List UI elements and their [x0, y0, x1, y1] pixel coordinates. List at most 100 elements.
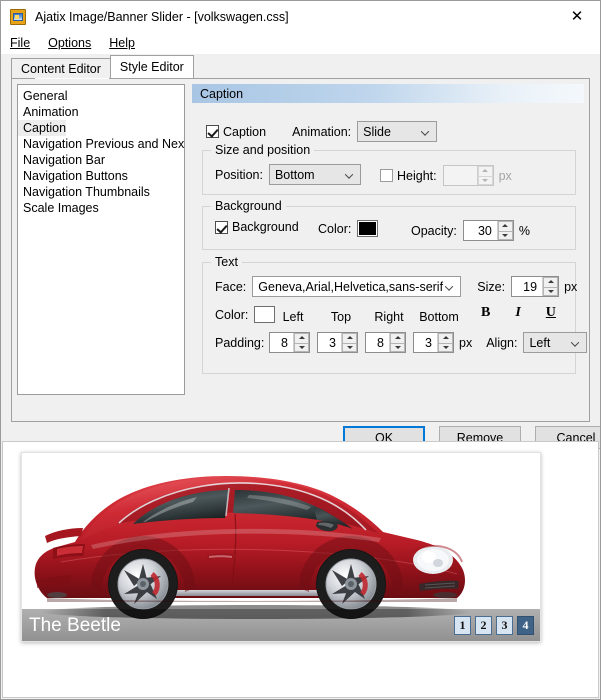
slider-stage: The Beetle 1 2 3 4 [21, 452, 541, 642]
list-item-navigation-previous-and-next[interactable]: Navigation Previous and Next [18, 136, 184, 152]
bold-button[interactable]: B [481, 305, 490, 321]
menu-item-options[interactable]: Options [39, 34, 100, 52]
position-select-value: Bottom [274, 167, 315, 182]
opacity-unit: % [518, 223, 530, 238]
padding-bottom-spinner-buttons[interactable] [437, 333, 453, 352]
padding-right-stepper[interactable]: 8 [365, 332, 406, 353]
padding-right-value: 8 [377, 335, 384, 350]
nav-button-4[interactable]: 4 [517, 615, 534, 635]
padding-bottom-spin-up-icon[interactable] [438, 333, 453, 343]
size-unit: px [564, 279, 578, 294]
caption-checkbox-label: Caption [223, 124, 267, 139]
height-checkbox[interactable] [380, 169, 393, 182]
window-title: Ajatix Image/Banner Slider - [volkswagen… [35, 9, 289, 24]
align-select[interactable]: Left [523, 332, 588, 353]
opacity-spin-down-icon[interactable] [497, 230, 513, 240]
menu-item-help[interactable]: Help [100, 34, 144, 52]
position-select[interactable]: Bottom [268, 164, 361, 185]
list-item: Navigation Buttons [18, 168, 184, 184]
list-item-navigation-buttons[interactable]: Navigation Buttons [18, 168, 128, 184]
padding-top-spin-down-icon[interactable] [342, 342, 357, 352]
face-select[interactable]: Geneva,Arial,Helvetica,sans-serif [252, 276, 462, 297]
background-color-label: Color: [318, 221, 352, 236]
padding-top-spin-up-icon[interactable] [342, 333, 357, 343]
tab-style-editor[interactable]: Style Editor [109, 55, 194, 78]
nav-button-3[interactable]: 3 [496, 615, 513, 635]
padding-left-spinner-buttons[interactable] [293, 333, 309, 352]
height-spinner-buttons[interactable] [476, 166, 493, 185]
tab-strip: Content Editor Style Editor [11, 55, 194, 78]
nav-button-2[interactable]: 2 [475, 615, 492, 635]
align-label: Align: [486, 335, 518, 350]
padding-bottom-spin-down-icon[interactable] [438, 342, 453, 352]
list-item-navigation-bar[interactable]: Navigation Bar [18, 152, 105, 168]
list-item: Navigation Thumbnails [18, 184, 184, 200]
menu-bar: File Options Help [1, 32, 600, 54]
list-item-animation[interactable]: Animation [18, 104, 79, 120]
chevron-down-icon [446, 285, 453, 292]
height-stepper[interactable] [442, 165, 494, 186]
padding-bottom-stepper[interactable]: 3 [413, 332, 454, 353]
height-spin-up-icon[interactable] [477, 166, 493, 176]
style-editor-dialog: Content Editor Style Editor General Anim… [2, 54, 600, 449]
padding-top-value: 3 [329, 335, 336, 350]
list-item: Navigation Bar [18, 152, 184, 168]
padding-headers: Left Top Right Bottom [269, 310, 465, 324]
nav-button-1[interactable]: 1 [454, 615, 471, 635]
caption-checkbox[interactable] [206, 125, 219, 138]
menu-item-file[interactable]: File [1, 34, 39, 52]
slider-preview-panel: The Beetle 1 2 3 4 [2, 441, 599, 698]
height-spin-down-icon[interactable] [477, 175, 493, 185]
chevron-down-icon [422, 130, 429, 137]
list-item: Animation [18, 104, 184, 120]
padding-right-spin-up-icon[interactable] [390, 333, 405, 343]
list-item-caption[interactable]: Caption [18, 120, 67, 136]
padding-right-spin-down-icon[interactable] [390, 342, 405, 352]
caption-overlay: The Beetle 1 2 3 4 [21, 609, 541, 642]
caption-settings-pane: Caption Caption Animation: Slide Size an… [192, 84, 588, 395]
list-item: Scale Images [18, 200, 184, 216]
style-category-list[interactable]: General Animation Caption Navigation Pre… [17, 84, 185, 395]
list-item-navigation-thumbnails[interactable]: Navigation Thumbnails [18, 184, 150, 200]
padding-bottom-value: 3 [425, 335, 432, 350]
underline-button[interactable]: U [546, 305, 556, 321]
close-icon[interactable]: ✕ [554, 1, 600, 32]
tab-panel: General Animation Caption Navigation Pre… [11, 78, 590, 422]
caption-enable-row: Caption Animation: Slide [206, 121, 438, 142]
padding-left-stepper[interactable]: 8 [269, 332, 310, 353]
height-label: Height: [397, 168, 437, 183]
size-stepper[interactable]: 19 [511, 276, 560, 297]
padding-right-spinner-buttons[interactable] [389, 333, 405, 352]
list-item: General [18, 88, 184, 104]
padding-label: Padding: [215, 335, 265, 350]
title-bar: Ajatix Image/Banner Slider - [volkswagen… [1, 1, 600, 32]
background-color-swatch[interactable] [357, 220, 379, 237]
padding-top-stepper[interactable]: 3 [317, 332, 358, 353]
padding-left-spin-up-icon[interactable] [294, 333, 309, 343]
list-item-general[interactable]: General [18, 88, 67, 104]
size-spinner-buttons[interactable] [542, 277, 559, 296]
padding-header-right: Right [374, 310, 404, 324]
animation-select[interactable]: Slide [357, 121, 438, 142]
position-label: Position: [215, 167, 263, 182]
background-checkbox[interactable] [215, 220, 228, 234]
application-window: Ajatix Image/Banner Slider - [volkswagen… [0, 0, 601, 700]
text-color-label: Color: [215, 307, 249, 322]
chevron-down-icon [572, 341, 579, 348]
italic-button[interactable]: I [515, 305, 520, 321]
section-header-caption: Caption [192, 84, 584, 103]
size-spin-up-icon[interactable] [543, 277, 559, 287]
background-checkbox-label: Background [232, 220, 299, 234]
animation-label: Animation: [292, 124, 352, 139]
size-spin-down-icon[interactable] [543, 286, 559, 296]
opacity-stepper[interactable]: 30 [462, 220, 514, 241]
padding-top-spinner-buttons[interactable] [341, 333, 357, 352]
size-label: Size: [477, 279, 506, 294]
group-text: Text Face: Geneva,Arial,Helvetica,sans-s… [202, 255, 588, 374]
list-item: Caption [18, 120, 184, 136]
tab-content-editor[interactable]: Content Editor [11, 58, 111, 78]
padding-left-spin-down-icon[interactable] [294, 342, 309, 352]
opacity-spin-up-icon[interactable] [497, 221, 513, 231]
opacity-spinner-buttons[interactable] [496, 221, 513, 240]
list-item-scale-images[interactable]: Scale Images [18, 200, 99, 216]
